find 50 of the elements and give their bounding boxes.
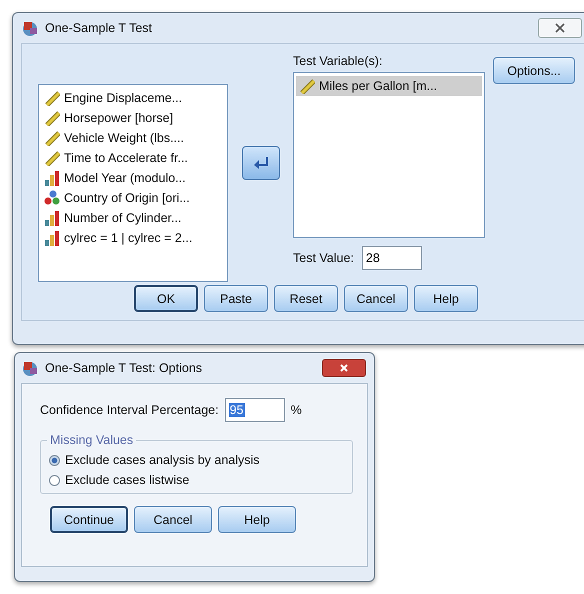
- dialog-button[interactable]: Continue: [50, 506, 128, 533]
- radio-button[interactable]: [49, 454, 60, 466]
- list-label: Test Variable(s):: [293, 54, 384, 68]
- variable-item[interactable]: Engine Displaceme...: [41, 88, 225, 108]
- arrow-icon: [252, 156, 268, 170]
- dialog-button[interactable]: Reset: [274, 285, 338, 312]
- test-variable-list[interactable]: Miles per Gallon [m...: [293, 72, 485, 238]
- variable-item[interactable]: Vehicle Weight (lbs....: [41, 128, 225, 148]
- bar-chart-icon: [44, 210, 60, 226]
- ruler-icon: [44, 90, 60, 106]
- variable-item[interactable]: Country of Origin [ori...: [41, 188, 225, 208]
- confidence-field[interactable]: 95: [224, 398, 285, 422]
- options-button[interactable]: Options...: [493, 57, 575, 84]
- dialog-button[interactable]: Cancel: [134, 506, 212, 533]
- close-button[interactable]: [322, 359, 366, 377]
- dialog-button[interactable]: Paste: [204, 285, 268, 312]
- radio-option[interactable]: Exclude cases listwise: [49, 473, 344, 487]
- confidence-label: Confidence Interval Percentage:: [40, 403, 219, 417]
- ruler-icon: [44, 130, 60, 146]
- test-value-label: Test Value:: [293, 251, 354, 265]
- radio-button[interactable]: [49, 474, 60, 486]
- close-icon: [339, 363, 349, 373]
- dialog-button[interactable]: OK: [134, 285, 198, 312]
- move-button[interactable]: [242, 146, 280, 180]
- variable-item[interactable]: cylrec = 1 | cylrec = 2...: [41, 228, 225, 248]
- app-icon: [21, 359, 39, 377]
- ruler-icon: [44, 110, 60, 126]
- radio-option[interactable]: Exclude cases analysis by analysis: [49, 453, 344, 467]
- ruler-icon: [299, 78, 315, 94]
- percent-label: %: [290, 403, 302, 417]
- close-icon: [554, 22, 566, 34]
- variable-item[interactable]: Time to Accelerate fr...: [41, 148, 225, 168]
- variable-item[interactable]: Model Year (modulo...: [41, 168, 225, 188]
- ruler-icon: [44, 150, 60, 166]
- variable-item[interactable]: Horsepower [horse]: [41, 108, 225, 128]
- variable-item[interactable]: Number of Cylinder...: [41, 208, 225, 228]
- window-title: One-Sample T Test: Options: [45, 361, 202, 375]
- variable-list[interactable]: Engine Displaceme... Horsepower [horse] Vehicle Weight (lbs.... Time to Accelerate fr... Model Year (modulo... Country of Origin [ori... Number of Cylinder... cylrec = 1 | cylrec = 2...: [38, 84, 228, 282]
- close-button[interactable]: [538, 18, 582, 38]
- variable-item[interactable]: Miles per Gallon [m...: [296, 76, 482, 96]
- dialog-button[interactable]: Help: [218, 506, 296, 533]
- circles-icon: [44, 190, 60, 206]
- app-icon: [21, 19, 39, 37]
- dialog-button[interactable]: Help: [414, 285, 478, 312]
- bar-chart-icon: [44, 170, 60, 186]
- test-value-field[interactable]: 28: [362, 246, 422, 270]
- window-title: One-Sample T Test: [45, 21, 152, 35]
- group-title: Missing Values: [47, 433, 136, 447]
- dialog-button[interactable]: Cancel: [344, 285, 408, 312]
- bar-chart-icon: [44, 230, 60, 246]
